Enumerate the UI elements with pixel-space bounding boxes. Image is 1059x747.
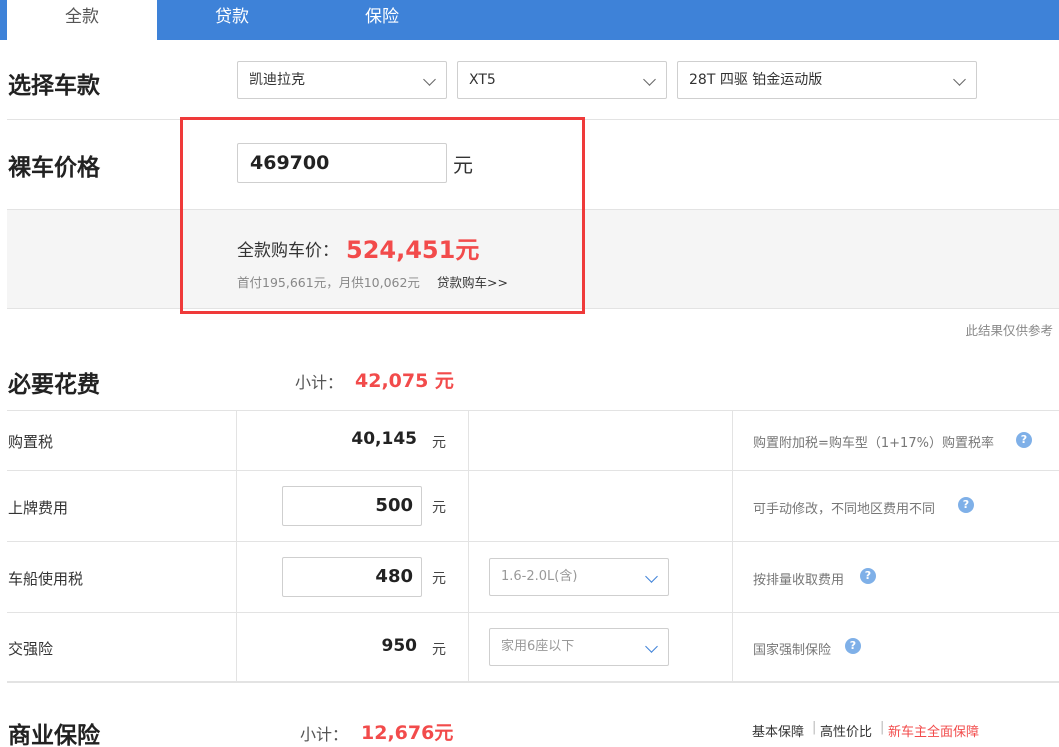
trim-select-value: 28T 四驱 铂金运动版 [689,72,823,88]
plan-separator: | [880,720,885,735]
displacement-select[interactable]: 1.6-2.0L(含) [489,558,669,596]
compulsory-insurance-hint: 国家强制保险 [753,643,832,658]
chevron-down-icon [643,73,656,86]
question-circle-icon[interactable]: ? [958,497,974,513]
chevron-down-icon [645,570,658,583]
chevron-down-icon [423,73,436,86]
purchase-tax-unit: 元 [432,435,446,451]
table-border [7,681,1059,683]
chevron-down-icon [953,73,966,86]
purchase-tax-hint: 购置附加税=购车型（1+17%）购置税率 [753,436,994,451]
table-border [7,410,1059,411]
compulsory-insurance-value: 950 [381,636,418,656]
registration-fee-unit: 元 [432,500,446,516]
vehicle-tax-label: 车船使用税 [8,570,84,588]
displacement-select-value: 1.6-2.0L(含) [501,569,578,584]
highlight-frame [180,117,585,314]
registration-fee-hint: 可手动修改，不同地区费用不同 [753,502,936,517]
series-select-value: XT5 [469,72,496,88]
trim-select[interactable]: 28T 四驱 铂金运动版 [677,61,977,99]
question-circle-icon[interactable]: ? [845,638,861,654]
purchase-tax-label: 购置税 [8,433,54,451]
purchase-tax-value: 40,145 [351,429,417,449]
table-border [7,612,1059,613]
commercial-insurance-subtotal-label: 小计： [300,725,349,744]
vehicle-tax-input[interactable]: 480 [282,557,422,597]
commercial-insurance-subtotal-value: 12,676元 [361,722,454,744]
vehicle-tax-unit: 元 [432,571,446,587]
disclaimer-note: 此结果仅供参考 [965,323,1053,338]
table-border [732,410,733,681]
registration-fee-input[interactable]: 500 [282,486,422,526]
compulsory-insurance-unit: 元 [432,642,446,658]
plan-separator: | [812,720,817,735]
select-model-title: 选择车款 [8,73,100,99]
seat-type-select[interactable]: 家用6座以下 [489,628,669,666]
question-circle-icon[interactable]: ? [1016,432,1032,448]
plan-value-link[interactable]: 高性价比 [820,721,872,740]
plan-full-link[interactable]: 新车主全面保障 [888,721,979,740]
required-fees-subtotal-value: 42,075 元 [355,370,454,392]
tab-full-payment[interactable]: 全款 [7,0,157,40]
commercial-insurance-title: 商业保险 [8,723,100,747]
required-fees-subtotal-label: 小计： [295,373,344,392]
table-border [236,410,237,681]
question-circle-icon[interactable]: ? [860,568,876,584]
plan-basic-link[interactable]: 基本保障 [752,721,804,740]
vehicle-tax-hint: 按排量收取费用 [753,573,845,588]
compulsory-insurance-label: 交强险 [8,640,54,658]
table-border [7,470,1059,471]
brand-select[interactable]: 凯迪拉克 [237,61,447,99]
brand-select-value: 凯迪拉克 [249,72,305,88]
bare-price-title: 裸车价格 [8,155,100,181]
series-select[interactable]: XT5 [457,61,667,99]
tab-insurance[interactable]: 保险 [307,0,457,40]
registration-fee-label: 上牌费用 [8,499,69,517]
required-fees-title: 必要花费 [8,372,100,398]
chevron-down-icon [645,640,658,653]
table-border [7,541,1059,542]
seat-type-select-value: 家用6座以下 [501,639,575,654]
tab-loan[interactable]: 贷款 [157,0,307,40]
table-border [468,410,469,681]
tab-bar: 全款 贷款 保险 [0,0,1059,40]
